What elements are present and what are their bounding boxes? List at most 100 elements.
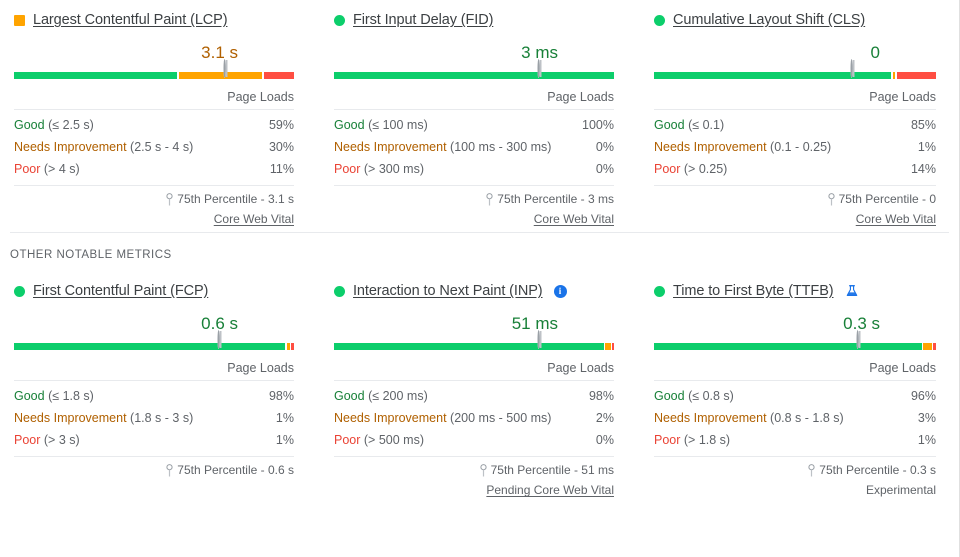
bucket-percent: 11% — [269, 162, 294, 176]
page-loads-label: Page Loads — [547, 90, 614, 104]
percentile-summary: 75th Percentile - 0.3 s — [654, 456, 936, 477]
footer-link[interactable]: Core Web Vital — [856, 212, 936, 226]
card-footer: Pending Core Web Vital — [334, 477, 614, 497]
bar-segment — [654, 343, 922, 350]
distribution-row: Needs Improvement (0.8 s - 1.8 s) 3% — [654, 407, 936, 429]
page-loads-label: Page Loads — [547, 361, 614, 375]
metric-title-link[interactable]: First Input Delay (FID) — [353, 12, 493, 28]
percentile-summary: 75th Percentile - 0 — [654, 185, 936, 206]
distribution-row: Good (≤ 1.8 s) 98% — [14, 385, 294, 407]
footer-link[interactable]: Core Web Vital — [214, 212, 294, 226]
card-footer: Core Web Vital — [334, 206, 614, 226]
bucket-percent: 1% — [275, 433, 294, 447]
distribution-rows: Good (≤ 200 ms) 98% Needs Improvement (200… — [334, 380, 614, 451]
pin-icon — [808, 463, 815, 477]
metric-value: 0.3 s — [843, 314, 880, 333]
bucket-label: Poor (> 0.25) — [654, 158, 727, 180]
pin-icon — [486, 192, 493, 206]
bar-segment — [654, 72, 892, 79]
bucket-label: Needs Improvement (1.8 s - 3 s) — [14, 407, 193, 429]
core-web-vitals-report: Largest Contentful Paint (LCP) 3.1 s Page … — [0, 0, 960, 557]
bar-segment — [178, 72, 263, 79]
bucket-name: Good — [14, 118, 45, 132]
percentile-text: 75th Percentile - 0.3 s — [819, 463, 936, 477]
bucket-label: Good (≤ 2.5 s) — [14, 114, 94, 136]
distribution-row: Good (≤ 100 ms) 100% — [334, 114, 614, 136]
pin-icon — [828, 192, 835, 206]
distribution-row: Poor (> 4 s) 11% — [14, 158, 294, 180]
metric-card: Time to First Byte (TTFB) 0.3 s Page Loads… — [640, 271, 948, 503]
metric-title-link[interactable]: First Contentful Paint (FCP) — [33, 283, 208, 299]
bar-segment — [334, 72, 614, 79]
bucket-range: (> 1.8 s) — [683, 433, 731, 447]
bucket-range: (2.5 s - 4 s) — [130, 140, 194, 154]
pin-icon — [479, 463, 487, 477]
distribution-row: Poor (> 3 s) 1% — [14, 429, 294, 451]
flask-experimental-icon[interactable] — [845, 284, 859, 298]
bucket-range: (1.8 s - 3 s) — [130, 411, 194, 425]
page-loads-label: Page Loads — [227, 361, 294, 375]
bucket-name: Needs Improvement — [14, 140, 127, 154]
bucket-name: Good — [334, 389, 365, 403]
bucket-label: Poor (> 1.8 s) — [654, 429, 730, 451]
bucket-percent: 0% — [595, 433, 614, 447]
bucket-range: (> 300 ms) — [363, 162, 424, 176]
other-metrics-heading: OTHER NOTABLE METRICS — [10, 249, 172, 261]
metric-value: 3.1 s — [201, 43, 238, 62]
bucket-label: Good (≤ 0.8 s) — [654, 385, 734, 407]
bucket-name: Poor — [654, 433, 681, 447]
bucket-percent: 1% — [917, 140, 936, 154]
bucket-label: Needs Improvement (2.5 s - 4 s) — [14, 136, 193, 158]
metric-title-link[interactable]: Time to First Byte (TTFB) — [673, 283, 834, 299]
bar-segment — [933, 343, 936, 350]
footer-link[interactable]: Pending Core Web Vital — [486, 483, 614, 497]
bucket-percent: 0% — [595, 140, 614, 154]
bucket-range: (0.8 s - 1.8 s) — [770, 411, 844, 425]
bucket-label: Needs Improvement (100 ms - 300 ms) — [334, 136, 551, 158]
metric-header: Time to First Byte (TTFB) — [654, 281, 936, 301]
distribution-row: Poor (> 1.8 s) 1% — [654, 429, 936, 451]
bucket-label: Good (≤ 0.1) — [654, 114, 724, 136]
footer-link[interactable]: Core Web Vital — [534, 212, 614, 226]
metric-value: 0 — [870, 43, 880, 62]
percentile-summary: 75th Percentile - 3.1 s — [14, 185, 294, 206]
page-loads-label: Page Loads — [869, 90, 936, 104]
bar-segment — [334, 343, 604, 350]
bucket-name: Poor — [14, 162, 41, 176]
bucket-percent: 98% — [588, 389, 614, 403]
bucket-percent: 14% — [910, 162, 936, 176]
card-footer: Experimental — [654, 477, 936, 497]
bucket-range: (≤ 1.8 s) — [48, 389, 94, 403]
bucket-percent: 85% — [910, 118, 936, 132]
bucket-name: Poor — [14, 433, 41, 447]
bucket-name: Good — [654, 118, 685, 132]
metric-title-link[interactable]: Cumulative Layout Shift (CLS) — [673, 12, 865, 28]
distribution-bar — [654, 59, 936, 82]
status-dot-icon — [334, 14, 345, 26]
metric-value: 51 ms — [511, 314, 558, 333]
metric-title-link[interactable]: Interaction to Next Paint (INP) — [353, 283, 543, 299]
metric-card: First Input Delay (FID) 3 ms Page Loads Goo… — [320, 0, 640, 232]
distribution-rows: Good (≤ 0.8 s) 96% Needs Improvement (0.8 … — [654, 380, 936, 451]
bucket-range: (≤ 0.1) — [688, 118, 725, 132]
distribution-rows: Good (≤ 100 ms) 100% Needs Improvement (10… — [334, 109, 614, 180]
distribution-bar — [334, 330, 614, 353]
percentile-text: 75th Percentile - 3.1 s — [177, 192, 294, 206]
bucket-range: (≤ 0.8 s) — [688, 389, 734, 403]
bucket-percent: 3% — [917, 411, 936, 425]
bar-segment — [14, 72, 178, 79]
page-loads-label: Page Loads — [869, 361, 936, 375]
pin-icon — [166, 463, 173, 477]
bucket-name: Needs Improvement — [654, 140, 767, 154]
core-web-vitals-section: Largest Contentful Paint (LCP) 3.1 s Page … — [0, 0, 959, 232]
bar-segment — [286, 343, 290, 350]
info-icon[interactable]: i — [553, 284, 567, 298]
bucket-range: (≤ 100 ms) — [368, 118, 428, 132]
metric-header: First Input Delay (FID) — [334, 10, 614, 30]
metric-title-link[interactable]: Largest Contentful Paint (LCP) — [33, 12, 228, 28]
percentile-text: 75th Percentile - 0 — [838, 192, 936, 206]
bar-segment — [291, 343, 294, 350]
metric-header: First Contentful Paint (FCP) — [14, 281, 294, 301]
distribution-row: Needs Improvement (1.8 s - 3 s) 1% — [14, 407, 294, 429]
status-dot-icon — [654, 14, 665, 26]
